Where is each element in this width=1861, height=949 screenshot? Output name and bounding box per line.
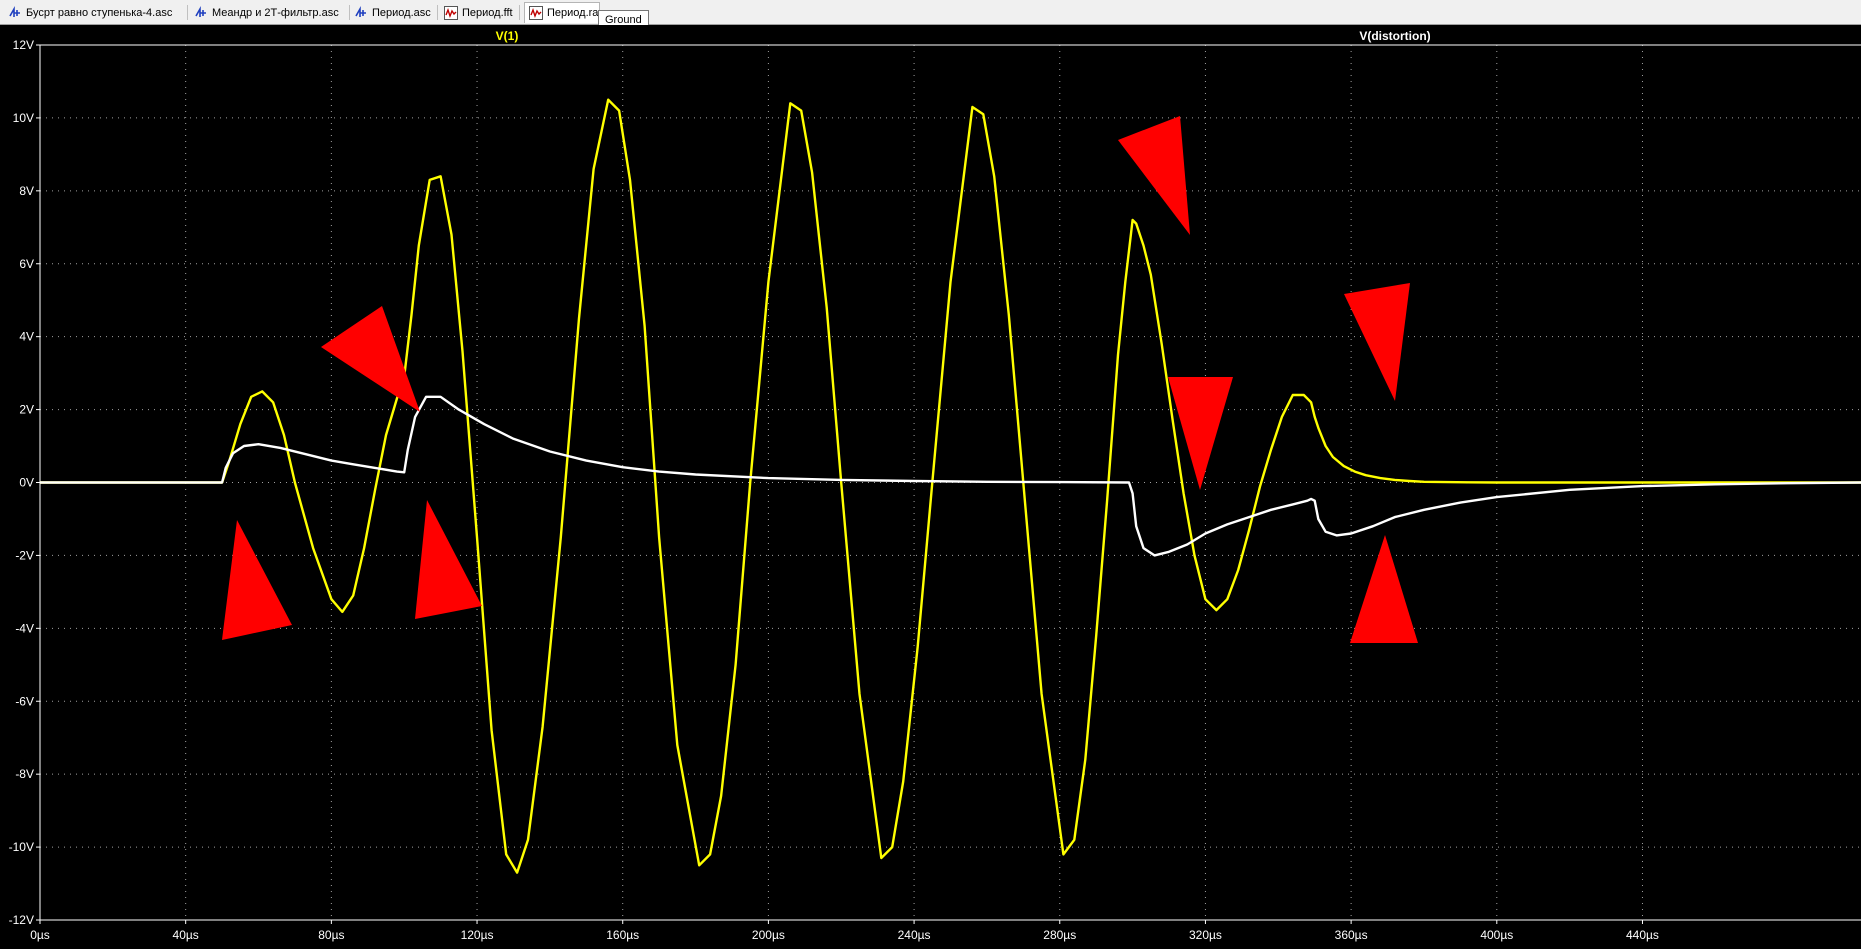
y-tick-label: 2V [19,403,34,417]
trace-label[interactable]: V(distortion) [1359,29,1430,43]
document-tab-label: Бусрт равно ступенька-4.asc [26,6,173,19]
schematic-icon [354,5,372,20]
document-tab-bar: Бусрт равно ступенька-4.asc Меандр и 2Т-ф… [0,0,1861,25]
document-tab[interactable]: Бусрт равно ступенька-4.asc [4,2,186,23]
y-tick-label: -6V [15,694,34,708]
schematic-icon [194,5,212,20]
document-tab-label: Меандр и 2Т-фильтр.asc [212,6,339,19]
y-tick-label: 12V [13,38,34,52]
document-tab-label: Период.asc [372,6,431,19]
y-tick-label: 10V [13,111,34,125]
y-tick-label: -2V [15,548,34,562]
x-tick-label: 400µs [1480,928,1513,942]
x-tick-label: 120µs [461,928,494,942]
x-tick-label: 280µs [1043,928,1076,942]
y-tick-label: 8V [19,184,34,198]
y-tick-label: 0V [19,476,34,490]
document-tab[interactable]: Период.raw [524,2,606,23]
x-tick-label: 80µs [318,928,344,942]
tab-separator [187,5,188,20]
x-tick-label: 0µs [30,928,50,942]
x-tick-label: 440µs [1626,928,1659,942]
x-tick-label: 160µs [606,928,639,942]
waveform-icon [444,5,462,20]
x-tick-label: 40µs [173,928,199,942]
schematic-icon [8,5,26,20]
x-tick-label: 240µs [898,928,931,942]
y-tick-label: -4V [15,621,34,635]
x-tick-label: 320µs [1189,928,1222,942]
x-tick-label: 360µs [1335,928,1368,942]
waveform-icon [529,6,547,20]
tab-separator [437,5,438,20]
x-tick-label: 200µs [752,928,785,942]
document-tab-label: Период.fft [462,6,513,19]
document-tab[interactable]: Период.asc [350,2,436,23]
document-tab[interactable]: Период.fft [440,2,518,23]
document-tab[interactable]: Меандр и 2Т-фильтр.asc [190,2,348,23]
y-tick-label: -10V [9,840,34,854]
y-tick-label: 4V [19,330,34,344]
tab-separator [519,5,520,20]
waveform-plot[interactable]: 12V 10V 8V 6V 4V 2V 0V -2V -4V -6V -8V -10V -12V0µs 4… [0,25,1861,949]
y-tick-label: 6V [19,257,34,271]
y-tick-label: -12V [9,913,34,927]
y-tick-label: -8V [15,767,34,781]
trace-label[interactable]: V(1) [496,29,519,43]
waveform-plot-area[interactable]: 12V 10V 8V 6V 4V 2V 0V -2V -4V -6V -8V -10V -12V 0µs 4… [0,25,1861,949]
plot-background [0,25,1861,949]
